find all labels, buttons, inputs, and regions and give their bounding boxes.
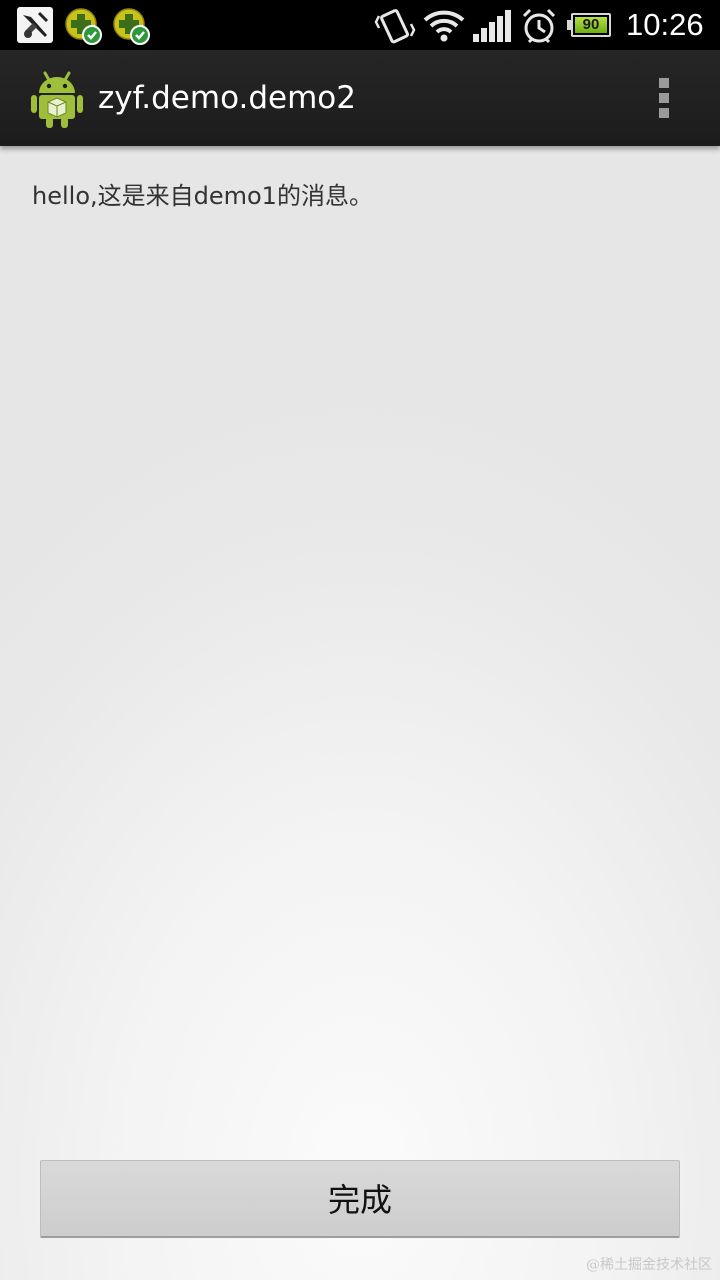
action-bar: zyf.demo.demo2 — [0, 50, 720, 146]
alarm-icon — [519, 6, 559, 46]
wifi-icon — [422, 8, 466, 42]
battery-level: 90 — [582, 16, 600, 33]
battery-icon: 90 — [567, 13, 615, 37]
plugin-update-icon — [63, 6, 103, 46]
signal-icon — [471, 10, 511, 42]
overflow-menu-icon — [659, 78, 669, 118]
message-text: hello,这是来自demo1的消息。 — [32, 182, 373, 210]
overflow-menu-button[interactable] — [640, 50, 688, 146]
app-notification-icon — [17, 7, 53, 43]
plugin-update-icon — [111, 6, 151, 46]
status-clock: 10:26 — [626, 7, 704, 42]
app-title: zyf.demo.demo2 — [98, 80, 356, 116]
vibrate-icon — [374, 6, 416, 46]
android-robot-icon[interactable] — [30, 69, 84, 129]
watermark: @稀土掘金技术社区 — [586, 1257, 712, 1273]
done-button[interactable]: 完成 — [40, 1160, 680, 1238]
status-bar: 90 10:26 — [0, 0, 720, 50]
